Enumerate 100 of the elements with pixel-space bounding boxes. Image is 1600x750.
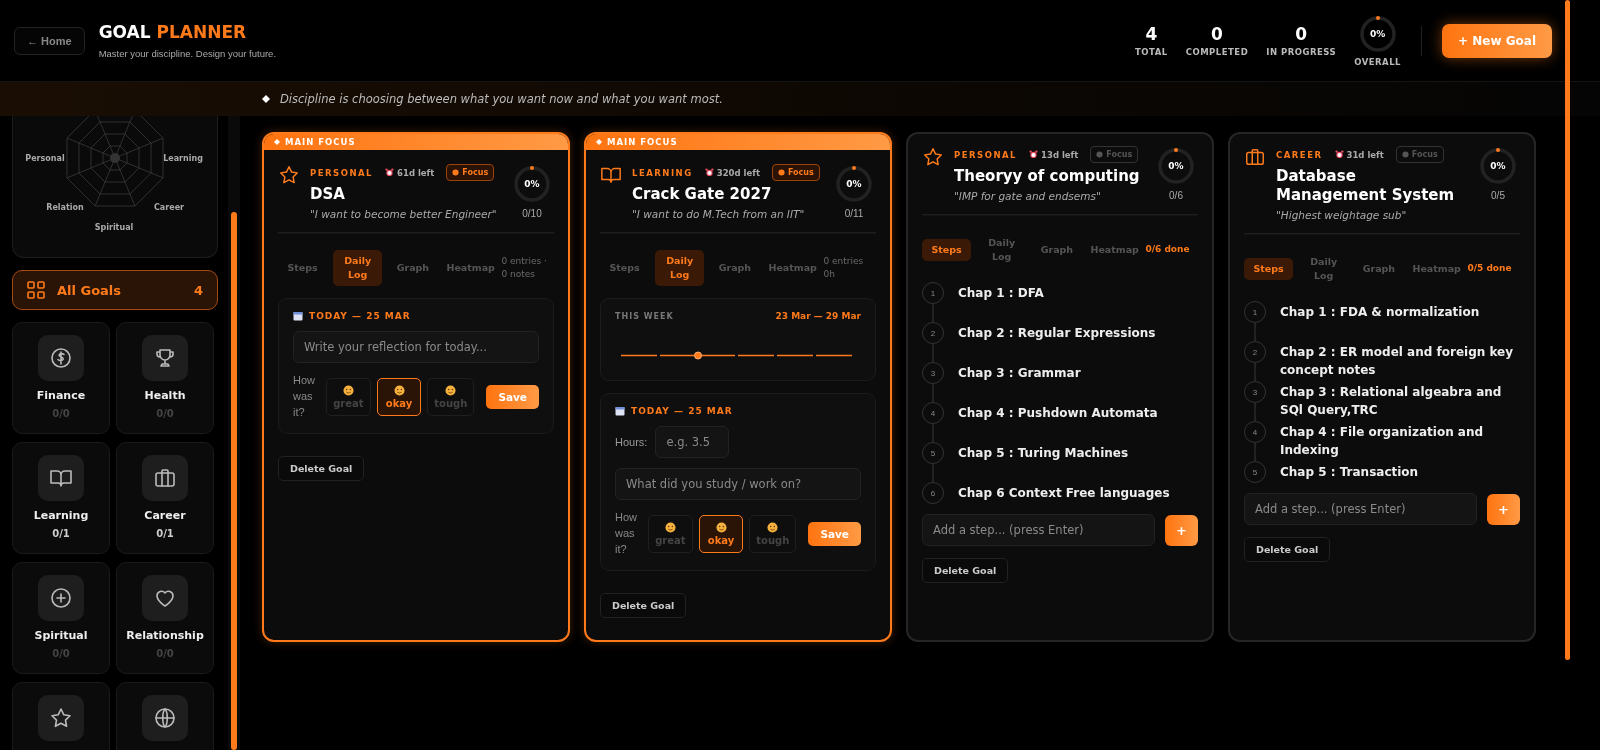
reflection-field[interactable]: Write your reflection for today...	[293, 331, 539, 364]
progress-count: 0/11	[844, 208, 864, 219]
category-name: Learning	[33, 509, 89, 522]
save-button[interactable]: Save	[808, 522, 861, 547]
goal-quote: "I want to do M.Tech from an IIT"	[632, 207, 806, 220]
plus-circle-icon	[49, 586, 73, 610]
mood-prompt: How was it?	[615, 510, 638, 558]
category-label: PERSONAL	[310, 167, 374, 178]
diamond-icon	[262, 95, 270, 103]
star-icon	[49, 706, 73, 730]
delete-goal-button[interactable]: Delete Goal	[922, 558, 1009, 584]
category-count: 0/1	[156, 528, 174, 539]
days-left: 31d left	[1334, 149, 1384, 160]
add-step-button[interactable]: +	[1165, 514, 1198, 546]
tab-note: 0/5 done	[1467, 262, 1513, 275]
goal-tab[interactable]: Daily Log	[1299, 250, 1349, 287]
new-goal-button[interactable]: + New Goal	[1442, 23, 1552, 58]
stat-label: IN PROGRESS	[1266, 47, 1337, 57]
delete-goal-button[interactable]: Delete Goal	[278, 456, 365, 482]
briefcase-icon	[153, 466, 177, 490]
alarm-clock-icon	[1334, 150, 1344, 159]
category-count: 0/0	[52, 408, 70, 419]
goal-tab[interactable]: Heatmap	[1409, 257, 1462, 280]
add-step-field[interactable]: Add a step... (press Enter)	[922, 514, 1155, 547]
reflection-field[interactable]: What did you study / work on?	[615, 468, 861, 501]
face-icon	[664, 522, 676, 534]
progress-count: 0/6	[1169, 190, 1183, 201]
stat-label: OVERALL	[1354, 57, 1401, 67]
add-step-field[interactable]: Add a step... (press Enter)	[1244, 493, 1477, 525]
step-text: Chap 3 : Relational algeabra and SQl Query,TRC	[1280, 384, 1503, 419]
delete-goal-button[interactable]: Delete Goal	[600, 593, 687, 619]
home-button[interactable]: ← Home	[14, 26, 85, 55]
step-number: 3	[1244, 381, 1266, 403]
step-number: 3	[922, 362, 944, 385]
goal-tab[interactable]: Steps	[600, 256, 650, 280]
face-icon	[342, 385, 354, 397]
focus-toggle[interactable]: Focus	[446, 164, 495, 181]
goal-tab[interactable]: Graph	[710, 256, 760, 280]
goal-title: Crack Gate 2027	[632, 185, 773, 204]
progress-percent: 0%	[846, 179, 862, 189]
scrollbar[interactable]	[228, 116, 240, 750]
goal-tab[interactable]: Daily Log	[655, 249, 705, 287]
grid-icon	[27, 281, 45, 299]
add-step-button[interactable]: +	[1487, 493, 1520, 525]
goal-tab[interactable]: Graph	[388, 256, 438, 280]
stat-value: 4	[1145, 24, 1158, 44]
category-tile[interactable]: Finance 0/0	[12, 322, 110, 434]
goal-quote: "Highest weightage sub"	[1276, 208, 1408, 221]
focus-toggle[interactable]: Focus	[771, 164, 820, 181]
focus-toggle[interactable]: Focus	[1395, 146, 1444, 163]
radar-axis-label: Career	[154, 203, 184, 212]
category-tile[interactable]: Health 0/0	[116, 322, 214, 434]
goal-tab[interactable]: Steps	[1244, 257, 1294, 280]
log-date: TODAY — 25 MAR	[309, 311, 411, 322]
goal-tab[interactable]: Graph	[1354, 257, 1404, 280]
category-tile[interactable]: Career 0/1	[116, 442, 214, 554]
category-name: Career	[144, 509, 186, 522]
step-text: Chap 4 : Pushdown Automata	[958, 405, 1158, 423]
delete-goal-button[interactable]: Delete Goal	[1244, 537, 1331, 562]
category-tile[interactable]: Learning 0/1	[12, 442, 110, 554]
step-text: Chap 4 : File organization and Indexing	[1280, 424, 1485, 459]
tab-note: 0/6 done	[1145, 243, 1191, 257]
days-left: 61d left	[385, 167, 435, 178]
focus-toggle[interactable]: Focus	[1090, 146, 1139, 163]
goal-tab[interactable]: Steps	[922, 238, 972, 262]
star-icon	[278, 164, 300, 186]
save-button[interactable]: Save	[486, 385, 539, 410]
mood-option[interactable]: okay	[376, 378, 422, 417]
goal-tab[interactable]: Graph	[1032, 238, 1082, 262]
goal-tab[interactable]: Steps	[278, 256, 328, 280]
category-name: Relationship	[126, 629, 204, 642]
all-goals-button[interactable]: All Goals 4	[12, 270, 218, 310]
step-text: Chap 1 : FDA & normalization	[1280, 304, 1480, 321]
main-focus-banner: MAIN FOCUS	[264, 134, 568, 150]
step-number: 1	[1244, 301, 1266, 323]
mood-option[interactable]: okay	[698, 515, 744, 554]
goal-tab[interactable]: Daily Log	[977, 231, 1027, 269]
stat-value: 0	[1295, 24, 1308, 44]
goal-tab[interactable]: Daily Log	[333, 249, 383, 287]
week-title: THIS WEEK	[615, 311, 674, 321]
step-number: 4	[922, 402, 944, 425]
alarm-clock-icon	[385, 168, 395, 177]
goal-count: 4	[193, 282, 203, 298]
hours-field[interactable]: e.g. 3.5	[655, 426, 730, 459]
page-scrollbar[interactable]	[1565, 0, 1570, 660]
goal-tab[interactable]: Heatmap	[443, 256, 496, 280]
category-count: 0/1	[52, 528, 70, 539]
category-name: Health	[144, 389, 186, 402]
stat-value: 0	[1211, 24, 1223, 44]
goal-tab[interactable]: Heatmap	[1087, 238, 1140, 262]
category-tile[interactable]: Spiritual 0/0	[12, 562, 110, 674]
mood-prompt: How was it?	[293, 373, 316, 421]
log-date: TODAY — 25 MAR	[631, 406, 733, 417]
radar-axis-label: Spiritual	[94, 223, 134, 232]
progress-ring	[1357, 14, 1398, 54]
goal-tab[interactable]: Heatmap	[765, 256, 818, 280]
face-icon	[445, 385, 457, 397]
category-tile[interactable]: Relationship 0/0	[116, 562, 214, 674]
calendar-icon	[615, 406, 625, 417]
days-left: 13d left	[1029, 149, 1079, 160]
